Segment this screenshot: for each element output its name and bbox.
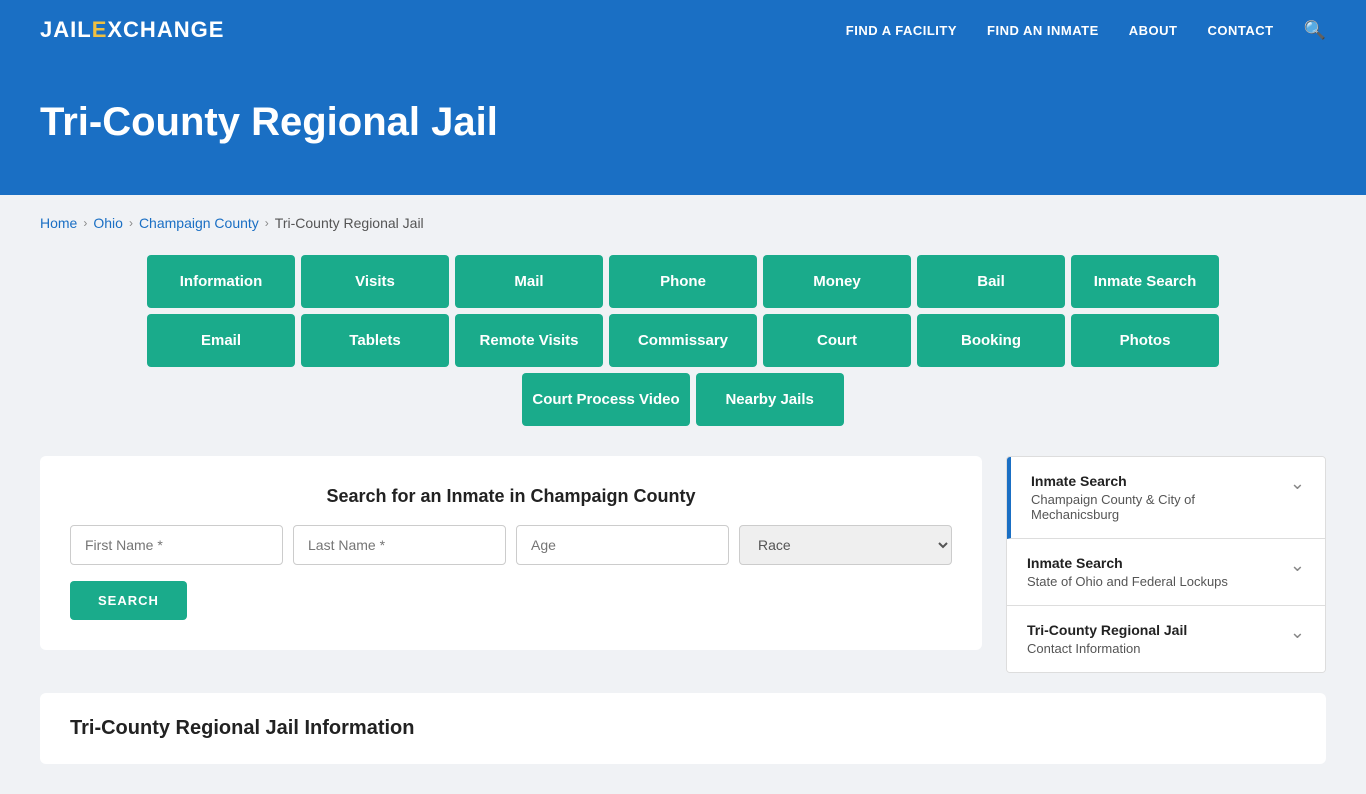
age-input[interactable] xyxy=(516,525,729,565)
hero-section: Tri-County Regional Jail xyxy=(0,60,1366,195)
btn-nearby-jails[interactable]: Nearby Jails xyxy=(696,373,844,426)
nav-about[interactable]: ABOUT xyxy=(1129,23,1178,38)
btn-booking[interactable]: Booking xyxy=(917,314,1065,367)
breadcrumb-champaign[interactable]: Champaign County xyxy=(139,215,259,231)
navbar-links: FIND A FACILITY FIND AN INMATE ABOUT CON… xyxy=(846,20,1326,41)
page-title: Tri-County Regional Jail xyxy=(40,100,1326,145)
first-name-input[interactable] xyxy=(70,525,283,565)
sep-3: › xyxy=(265,216,269,230)
breadcrumb-home[interactable]: Home xyxy=(40,215,77,231)
sidebar-item-title-ohio: Inmate Search xyxy=(1027,555,1280,571)
search-button[interactable]: SEARCH xyxy=(70,581,187,620)
search-section: Search for an Inmate in Champaign County… xyxy=(40,456,982,650)
tile-buttons-section: Information Visits Mail Phone Money Bail… xyxy=(40,255,1326,426)
btn-bail[interactable]: Bail xyxy=(917,255,1065,308)
sidebar-item-sub-contact: Contact Information xyxy=(1027,641,1280,656)
btn-inmate-search[interactable]: Inmate Search xyxy=(1071,255,1219,308)
search-title: Search for an Inmate in Champaign County xyxy=(70,486,952,507)
sidebar-item-ohio[interactable]: Inmate Search State of Ohio and Federal … xyxy=(1007,539,1325,606)
btn-phone[interactable]: Phone xyxy=(609,255,757,308)
btn-court[interactable]: Court xyxy=(763,314,911,367)
chevron-down-icon: ⌄ xyxy=(1290,473,1305,494)
breadcrumb-current: Tri-County Regional Jail xyxy=(275,215,424,231)
sidebar-item-left-champaign: Inmate Search Champaign County & City of… xyxy=(1031,473,1280,522)
btn-photos[interactable]: Photos xyxy=(1071,314,1219,367)
btn-email[interactable]: Email xyxy=(147,314,295,367)
btn-court-process-video[interactable]: Court Process Video xyxy=(522,373,689,426)
tile-row-1: Information Visits Mail Phone Money Bail… xyxy=(147,255,1219,308)
nav-find-inmate[interactable]: FIND AN INMATE xyxy=(987,23,1099,38)
search-fields: Race White Black Hispanic Asian Other xyxy=(70,525,952,565)
sidebar-item-title-champaign: Inmate Search xyxy=(1031,473,1280,489)
last-name-input[interactable] xyxy=(293,525,506,565)
navbar: JAILEXCHANGE FIND A FACILITY FIND AN INM… xyxy=(0,0,1366,60)
main-layout: Search for an Inmate in Champaign County… xyxy=(40,456,1326,673)
btn-information[interactable]: Information xyxy=(147,255,295,308)
btn-tablets[interactable]: Tablets xyxy=(301,314,449,367)
btn-visits[interactable]: Visits xyxy=(301,255,449,308)
nav-find-facility[interactable]: FIND A FACILITY xyxy=(846,23,957,38)
navbar-logo[interactable]: JAILEXCHANGE xyxy=(40,17,224,43)
btn-remote-visits[interactable]: Remote Visits xyxy=(455,314,603,367)
race-select[interactable]: Race White Black Hispanic Asian Other xyxy=(739,525,952,565)
btn-commissary[interactable]: Commissary xyxy=(609,314,757,367)
search-icon[interactable]: 🔍 xyxy=(1304,20,1326,41)
sidebar-item-title-contact: Tri-County Regional Jail xyxy=(1027,622,1280,638)
sidebar-item-champaign[interactable]: Inmate Search Champaign County & City of… xyxy=(1007,457,1325,539)
sidebar-item-sub-ohio: State of Ohio and Federal Lockups xyxy=(1027,574,1280,589)
bottom-title: Tri-County Regional Jail Information xyxy=(70,717,1296,740)
btn-money[interactable]: Money xyxy=(763,255,911,308)
breadcrumb-ohio[interactable]: Ohio xyxy=(93,215,123,231)
sidebar-item-left-ohio: Inmate Search State of Ohio and Federal … xyxy=(1027,555,1280,589)
sidebar: Inmate Search Champaign County & City of… xyxy=(1006,456,1326,673)
content-area: Home › Ohio › Champaign County › Tri-Cou… xyxy=(0,195,1366,794)
sep-2: › xyxy=(129,216,133,230)
tile-row-2: Email Tablets Remote Visits Commissary C… xyxy=(147,314,1219,367)
btn-mail[interactable]: Mail xyxy=(455,255,603,308)
tile-row-3: Court Process Video Nearby Jails xyxy=(522,373,843,426)
sidebar-item-sub-champaign: Champaign County & City of Mechanicsburg xyxy=(1031,492,1280,522)
chevron-down-icon-2: ⌄ xyxy=(1290,555,1305,576)
sidebar-item-left-contact: Tri-County Regional Jail Contact Informa… xyxy=(1027,622,1280,656)
breadcrumb: Home › Ohio › Champaign County › Tri-Cou… xyxy=(40,215,1326,231)
sidebar-item-contact[interactable]: Tri-County Regional Jail Contact Informa… xyxy=(1007,606,1325,672)
sep-1: › xyxy=(83,216,87,230)
chevron-down-icon-3: ⌄ xyxy=(1290,622,1305,643)
bottom-section: Tri-County Regional Jail Information xyxy=(40,693,1326,764)
nav-contact[interactable]: CONTACT xyxy=(1207,23,1273,38)
